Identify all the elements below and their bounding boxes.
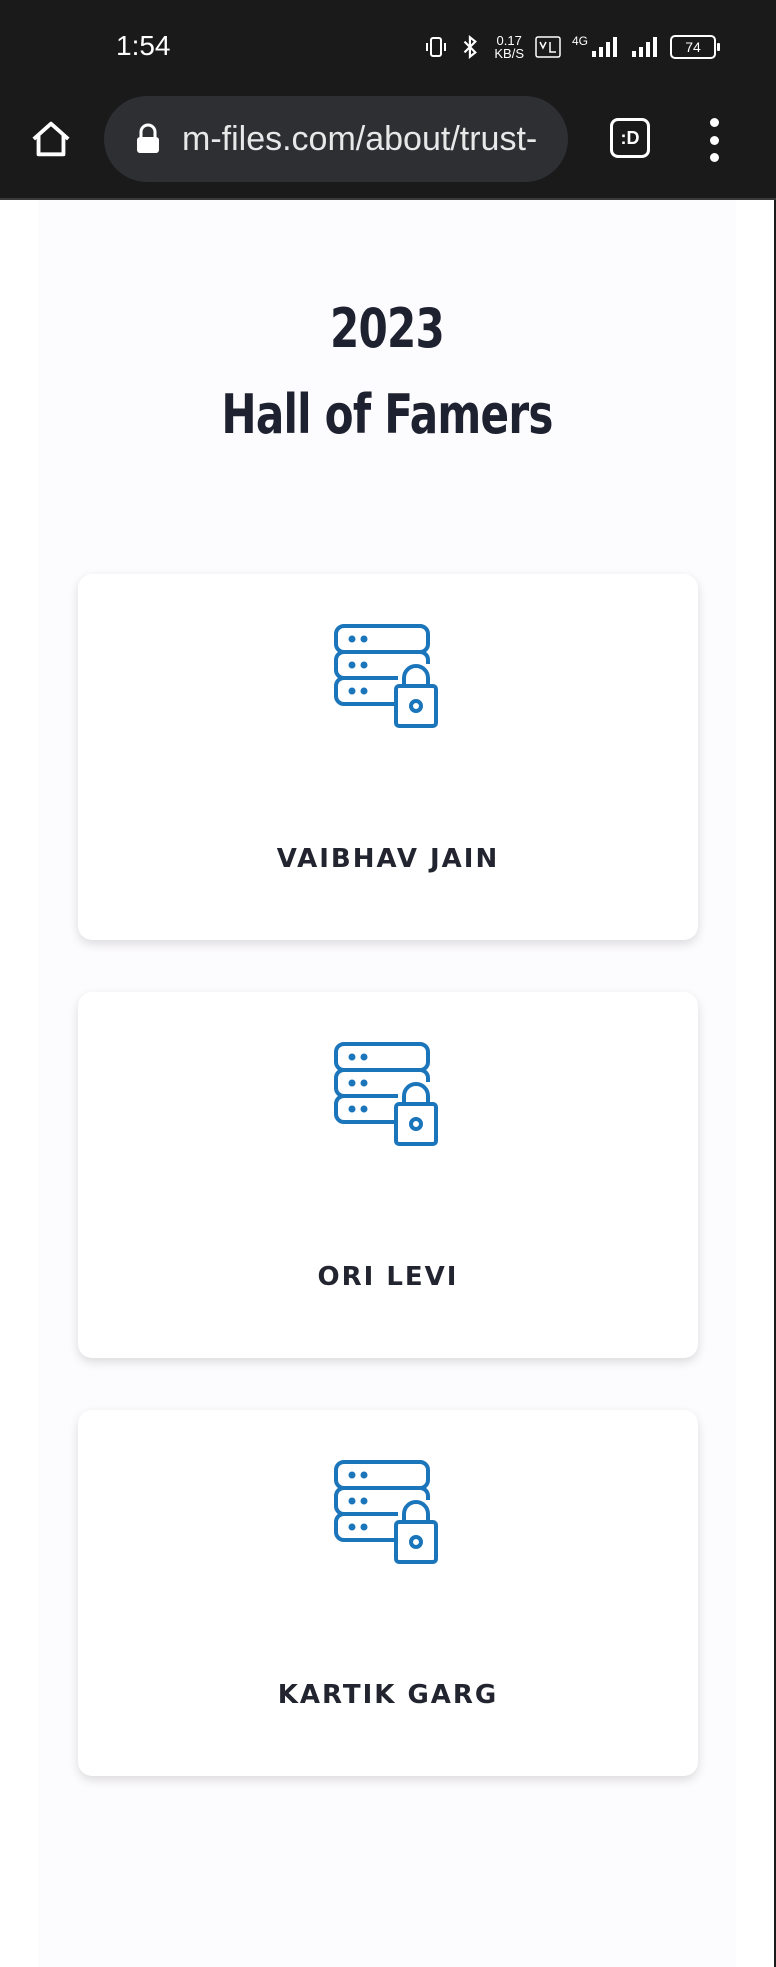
volte-icon	[535, 36, 561, 58]
card-name: KARTIK GARG	[277, 1680, 499, 1710]
url-text[interactable]: m-files.com/about/trust-	[182, 120, 562, 159]
network-type: 4G	[571, 34, 588, 48]
server-lock-icon	[334, 624, 438, 728]
browser-toolbar: m-files.com/about/trust- :D	[0, 96, 776, 200]
tabs-button[interactable]: :D	[610, 118, 650, 158]
status-time: 1:54	[116, 30, 171, 61]
status-icons: 0.17 KB/S 4G 74	[424, 34, 720, 60]
hall-of-fame-card: VAIBHAV JAIN	[78, 574, 698, 940]
vibrate-icon	[426, 37, 447, 57]
signal-icon	[592, 37, 617, 57]
status-bar: 1:54 0.17 KB/S 4G 74	[0, 0, 776, 96]
bluetooth-icon	[464, 34, 478, 60]
more-vert-icon[interactable]	[704, 118, 724, 162]
title-heading: Hall of Famers	[221, 383, 553, 446]
lock-icon	[137, 123, 159, 153]
year-heading: 2023	[329, 297, 445, 360]
hall-of-fame-section: 2023 Hall of Famers VAIBHAV JAIN ORI LEV…	[38, 200, 736, 1967]
network-speed: 0.17 KB/S	[494, 34, 524, 60]
server-lock-icon	[334, 1042, 438, 1146]
hall-of-fame-card: KARTIK GARG	[78, 1410, 698, 1776]
page-title: 2023 Hall of Famers	[115, 286, 659, 458]
page-content: 2023 Hall of Famers VAIBHAV JAIN ORI LEV…	[0, 200, 776, 1967]
card-name: VAIBHAV JAIN	[276, 844, 500, 874]
server-lock-icon	[334, 1460, 438, 1564]
home-icon[interactable]	[28, 116, 74, 162]
hall-of-fame-card: ORI LEVI	[78, 992, 698, 1358]
card-name: ORI LEVI	[317, 1262, 459, 1292]
signal-icon	[632, 37, 657, 57]
speed-unit: KB/S	[494, 46, 524, 61]
address-bar[interactable]: m-files.com/about/trust-	[104, 96, 568, 182]
battery-icon: 74	[670, 35, 720, 59]
